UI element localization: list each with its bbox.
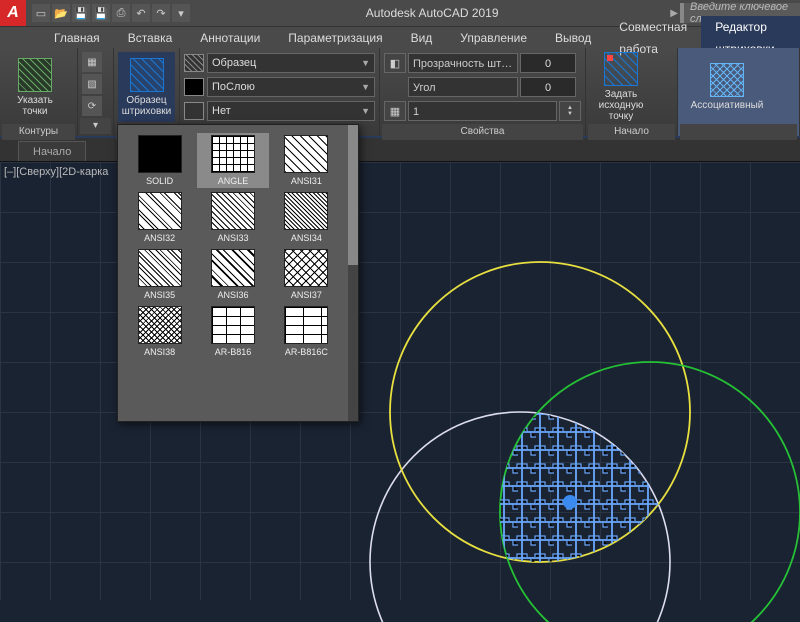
pattern-swatch-icon: [138, 192, 182, 230]
panel-title-origin[interactable]: Начало: [588, 124, 675, 140]
hatch-region: [370, 412, 670, 622]
chevron-down-icon: ▼: [361, 58, 370, 68]
plot-icon[interactable]: ⎙: [112, 4, 130, 22]
pattern-ar-b816c[interactable]: AR-B816C: [273, 306, 340, 357]
pattern-label: ANSI31: [291, 176, 322, 186]
scrollbar-thumb[interactable]: [348, 125, 358, 265]
pattern-label: ANSI37: [291, 290, 322, 300]
panel-title-contours[interactable]: Контуры: [2, 124, 75, 140]
hatch-pattern-button[interactable]: Образец штриховки: [118, 52, 175, 122]
tab-главная[interactable]: Главная: [40, 27, 114, 49]
pattern-ansi34[interactable]: ANSI34: [273, 192, 340, 243]
tab-параметризация[interactable]: Параметризация: [274, 27, 396, 49]
app-logo[interactable]: A: [0, 0, 26, 26]
scale-field[interactable]: 1: [408, 101, 557, 121]
hatch-type-swatch-icon: [184, 54, 204, 72]
redo-icon[interactable]: ↷: [152, 4, 170, 22]
center-grip: [563, 495, 577, 509]
angle-label[interactable]: Угол: [408, 77, 518, 97]
pattern-label: ANGLE: [218, 176, 249, 186]
pattern-angle[interactable]: ANGLE: [197, 133, 268, 188]
pattern-label: ANSI36: [217, 290, 248, 300]
pattern-swatch-icon: [284, 306, 328, 344]
scale-icon: ▦: [384, 101, 406, 121]
pattern-swatch-icon: [211, 306, 255, 344]
angle-value[interactable]: 0: [520, 77, 576, 97]
chevron-down-icon: ▼: [361, 106, 370, 116]
transparency-icon: ◧: [384, 53, 406, 73]
pattern-ansi33[interactable]: ANSI33: [199, 192, 266, 243]
pattern-ansi32[interactable]: ANSI32: [126, 192, 193, 243]
panel-expander-icon[interactable]: ▾: [80, 118, 111, 134]
pattern-ansi36[interactable]: ANSI36: [199, 249, 266, 300]
color-swatch-icon: [184, 78, 204, 96]
chevron-down-icon: ▼: [361, 82, 370, 92]
pattern-swatch-icon: [211, 135, 255, 173]
pattern-swatch-icon: [138, 249, 182, 287]
scale-stepper[interactable]: ▲▼: [559, 101, 581, 121]
undo-icon[interactable]: ↶: [132, 4, 150, 22]
pattern-label: AR-B816C: [285, 347, 328, 357]
pattern-gallery-popup: SOLID ANGLE ANSI31 ANSI32 ANSI33 ANSI34 ANSI35…: [117, 124, 359, 422]
pattern-swatch-icon: [284, 192, 328, 230]
pattern-label: ANSI32: [144, 233, 175, 243]
scrollbar[interactable]: [348, 125, 358, 421]
tab-вставка[interactable]: Вставка: [114, 27, 187, 49]
pattern-label: ANSI33: [217, 233, 248, 243]
hatch-color-dropdown[interactable]: ПоСлою▼: [207, 77, 375, 97]
open-icon[interactable]: 📂: [52, 4, 70, 22]
pattern-ansi37[interactable]: ANSI37: [273, 249, 340, 300]
pattern-swatch-icon: [211, 249, 255, 287]
qat-dropdown-icon[interactable]: ▾: [172, 4, 190, 22]
pattern-ansi38[interactable]: ANSI38: [126, 306, 193, 357]
file-tab-start[interactable]: Начало: [18, 141, 86, 161]
tab-вывод[interactable]: Вывод: [541, 27, 605, 49]
set-origin-button[interactable]: Задать исходную точку: [590, 52, 652, 122]
select-icon[interactable]: ▦: [82, 52, 102, 72]
pattern-type-dropdown[interactable]: Образец▼: [207, 53, 375, 73]
pick-points-button[interactable]: Указать точки: [4, 52, 66, 122]
remove-icon[interactable]: ▧: [82, 74, 102, 94]
panel-title-properties[interactable]: Свойства: [382, 124, 583, 140]
pattern-swatch-icon: [211, 192, 255, 230]
pattern-swatch-icon: [138, 135, 182, 173]
pattern-ar-b816[interactable]: AR-B816: [199, 306, 266, 357]
tab-управление[interactable]: Управление: [446, 27, 541, 49]
saveas-icon[interactable]: 💾: [92, 4, 110, 22]
pattern-label: SOLID: [146, 176, 173, 186]
tab-вид[interactable]: Вид: [397, 27, 447, 49]
background-color-dropdown[interactable]: Нет▼: [207, 101, 375, 121]
quick-access-toolbar: ▭ 📂 💾 💾 ⎙ ↶ ↷ ▾: [28, 4, 194, 22]
tab-аннотации[interactable]: Аннотации: [186, 27, 274, 49]
pattern-swatch-icon: [138, 306, 182, 344]
transparency-label[interactable]: Прозрачность шт…: [408, 53, 518, 73]
pattern-swatch-icon: [284, 249, 328, 287]
pattern-solid[interactable]: SOLID: [126, 135, 193, 186]
associative-button[interactable]: Ассоциативный: [682, 52, 772, 122]
pattern-swatch-icon: [284, 135, 328, 173]
window-title: Autodesk AutoCAD 2019: [194, 6, 670, 20]
save-icon[interactable]: 💾: [72, 4, 90, 22]
recreate-icon[interactable]: ⟳: [82, 96, 102, 116]
pattern-ansi31[interactable]: ANSI31: [273, 135, 340, 186]
ribbon-tabs: ГлавнаяВставкаАннотацииПараметризацияВид…: [0, 26, 800, 48]
pattern-label: ANSI38: [144, 347, 175, 357]
transparency-value[interactable]: 0: [520, 53, 576, 73]
new-icon[interactable]: ▭: [32, 4, 50, 22]
bg-swatch-icon: [184, 102, 204, 120]
pattern-label: ANSI35: [144, 290, 175, 300]
pattern-label: AR-B816: [215, 347, 252, 357]
pattern-label: ANSI34: [291, 233, 322, 243]
pattern-ansi35[interactable]: ANSI35: [126, 249, 193, 300]
